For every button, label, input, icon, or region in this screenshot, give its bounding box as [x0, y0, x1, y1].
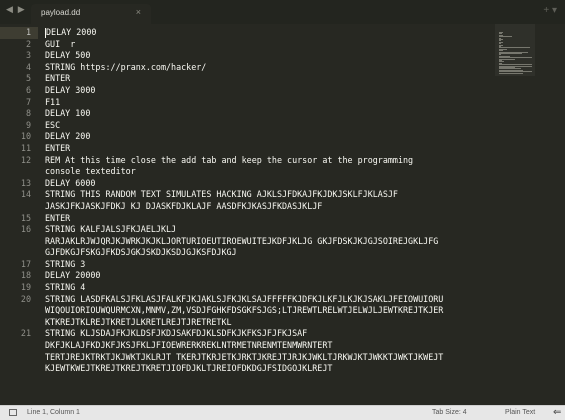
line-text: STRING THIS RANDOM TEXT SIMULATES HACKIN…: [45, 189, 398, 200]
line-text: DELAY 200: [45, 131, 91, 142]
minimap-line: [499, 53, 523, 54]
line-text: ENTER: [45, 212, 71, 223]
line-number: 15: [20, 212, 31, 223]
line-number: 19: [20, 282, 31, 293]
line-text: TERTJREJKTRKTJKJWKTJKLRJT TKERJTKRJETKJR…: [45, 351, 444, 362]
minimap[interactable]: [495, 24, 565, 405]
syntax-selector[interactable]: Plain Text: [505, 409, 535, 416]
line-text: DELAY 2000: [46, 27, 97, 37]
line-number: 21: [20, 328, 31, 339]
code-line[interactable]: DKFJKLAJFKDJKFJKSJFKLJFIOEWRERKREKLNTRME…: [45, 340, 495, 352]
code-line[interactable]: KJEWTKWEJTKREJTKREJTKRETJIOFDJKLTJREIOFD…: [45, 363, 495, 375]
line-number: 14: [20, 189, 31, 200]
panel-toggle-icon[interactable]: [9, 409, 17, 416]
code-line[interactable]: 4 STRING https://pranx.com/hacker/: [26, 61, 495, 74]
code-line[interactable]: 5 ENTER: [26, 73, 495, 85]
line-text: STRING KALFJALSJFKJAELJKLJ: [45, 224, 177, 235]
line-number: 7: [25, 96, 31, 107]
line-number: 3: [25, 50, 31, 61]
code-line[interactable]: 15 ENTER: [21, 212, 495, 225]
sublime-text-window: ◀ ▶ payload.dd × + ▾ 1 DELAY 2000 2 GUI r 3 D…: [0, 0, 565, 420]
line-text: DKFJKLAJFKDJKFJKSJFKLJFIOEWRERKREKLNTRME…: [45, 340, 333, 351]
line-number: 16: [20, 224, 31, 235]
line-text: DELAY 3000: [45, 84, 96, 95]
line-number: 8: [25, 108, 31, 119]
code-line[interactable]: 8 DELAY 100: [26, 108, 495, 120]
line-text: RARJAKLRJWJQRJKJWRKJKJKLJORTURIOEUTIROEW…: [45, 235, 439, 246]
line-text: ESC: [45, 119, 61, 130]
line-number: 13: [20, 177, 31, 188]
line-number: 11: [20, 142, 31, 153]
code-line[interactable]: 20 STRING LASDFKALSJFKLASJFALKFJKJAKLSJFK…: [21, 293, 495, 306]
code-text[interactable]: 1 DELAY 2000 2 GUI r 3 DELAY 500 4 STRING https…: [21, 27, 495, 375]
code-line[interactable]: 16 STRING KALFJALSJFKJAELJKLJ: [21, 224, 495, 236]
code-line[interactable]: 21 STRING KLJSDAJFKJKLDSFJKDJSAKFDJKLSDFK…: [21, 328, 495, 340]
code-line[interactable]: 10 DELAY 200: [21, 131, 495, 143]
line-text: KJEWTKWEJTKREJTKREJTKRETJIOFDJKLTJREIOFD…: [45, 363, 333, 374]
line-text: REM At this time close the add tab and k…: [45, 154, 414, 165]
line-text: DELAY 20000: [45, 270, 101, 281]
code-line[interactable]: JASKJFKJASKJFDKJ KJ DJASKFDJKLAJF AASDFK…: [45, 201, 495, 213]
line-text: DELAY 500: [45, 50, 91, 61]
line-text: DELAY 100: [45, 108, 91, 119]
code-line[interactable]: 1 DELAY 2000: [26, 27, 495, 39]
tab-nav-arrows-icon[interactable]: ◀ ▶: [6, 5, 26, 15]
line-text: STRING LASDFKALSJFKLASJFALKFJKJAKLSJFKJK…: [45, 293, 444, 304]
tab-bar: ◀ ▶ payload.dd × + ▾: [0, 0, 565, 24]
code-line[interactable]: 9 ESC: [26, 119, 495, 132]
line-text: STRING KLJSDAJFKJKLDSFJKDJSAKFDJKLSDFKJK…: [45, 328, 308, 339]
line-number: 20: [20, 293, 31, 304]
line-text: F11: [45, 96, 61, 107]
code-line[interactable]: 18 DELAY 20000: [21, 270, 495, 282]
code-line[interactable]: 3 DELAY 500: [26, 50, 495, 62]
code-line[interactable]: 19 STRING 4: [21, 282, 495, 294]
code-line[interactable]: KTKREJTKLREJTKRETJLKRETLREJTJRETRETKL: [45, 317, 495, 329]
code-line[interactable]: RARJAKLRJWJQRJKJWRKJKJKLJORTURIOEUTIROEW…: [45, 236, 495, 248]
line-number: 10: [20, 131, 31, 142]
line-text: STRING https://pranx.com/hacker/: [45, 61, 207, 72]
tab-payload[interactable]: payload.dd ×: [31, 4, 151, 24]
line-text: GJFDKGJFSKGJFKDSJGKJSKDJKSDJGJKSFDJKGJ: [45, 247, 237, 258]
line-text: KTKREJTKLREJTKRETJLKRETLREJTJRETRETKL: [45, 316, 232, 327]
line-text: ENTER: [45, 142, 71, 153]
tab-label: payload.dd: [41, 8, 81, 17]
line-text: JASKJFKJASKJFDKJ KJ DJASKFDJKLAJF AASDFK…: [45, 200, 323, 211]
line-text: WIQOUIORIOUWQURMCXN,MNMV,ZM,VSDJFGHKFDSG…: [45, 305, 444, 316]
code-line[interactable]: 6 DELAY 3000: [26, 84, 495, 97]
line-text: STRING 3: [45, 258, 86, 269]
line-number: 4: [25, 61, 31, 72]
line-number: 17: [20, 258, 31, 269]
tab-size-selector[interactable]: Tab Size: 4: [432, 409, 467, 416]
code-line[interactable]: TERTJREJKTRKTJKJWKTJKLRJT TKERJTKRJETKJR…: [45, 352, 495, 364]
line-number: 9: [25, 119, 31, 130]
code-line[interactable]: 2 GUI r: [26, 38, 495, 51]
code-line[interactable]: 11 ENTER: [21, 142, 495, 155]
line-number: 6: [25, 84, 31, 95]
code-line[interactable]: 7 F11: [26, 96, 495, 109]
cursor-position: Line 1, Column 1: [27, 409, 80, 416]
tab-close-icon[interactable]: ×: [136, 7, 141, 17]
minimap-line: [499, 72, 523, 74]
back-arrow-icon[interactable]: ⇐: [553, 407, 561, 418]
code-line[interactable]: 13 DELAY 6000: [21, 177, 495, 190]
line-text: GUI r: [45, 38, 76, 49]
line-text: console texteditor: [45, 166, 136, 177]
line-number: 12: [20, 154, 31, 165]
line-number: 2: [25, 38, 31, 49]
line-text: ENTER: [45, 73, 71, 84]
editor-area[interactable]: 1 DELAY 2000 2 GUI r 3 DELAY 500 4 STRING https…: [0, 24, 565, 405]
line-text: DELAY 6000: [45, 177, 96, 188]
code-line[interactable]: 14 STRING THIS RANDOM TEXT SIMULATES HACK…: [21, 189, 495, 201]
line-number: 1: [25, 27, 31, 37]
code-line[interactable]: 12 REM At this time close the add tab and…: [21, 154, 495, 167]
line-number: 18: [20, 270, 31, 281]
new-tab-and-menu-icon[interactable]: + ▾: [543, 5, 557, 16]
code-line[interactable]: console texteditor: [45, 166, 495, 178]
code-line[interactable]: 17 STRING 3: [21, 258, 495, 271]
line-text: STRING 4: [45, 282, 86, 293]
status-bar: Line 1, Column 1 Tab Size: 4 Plain Text …: [0, 405, 565, 420]
code-line[interactable]: GJFDKGJFSKGJFKDSJGKJSKDJKSDJGJKSFDJKGJ: [45, 247, 495, 259]
line-number: 5: [25, 73, 31, 84]
code-line[interactable]: WIQOUIORIOUWQURMCXN,MNMV,ZM,VSDJFGHKFDSG…: [45, 305, 495, 317]
